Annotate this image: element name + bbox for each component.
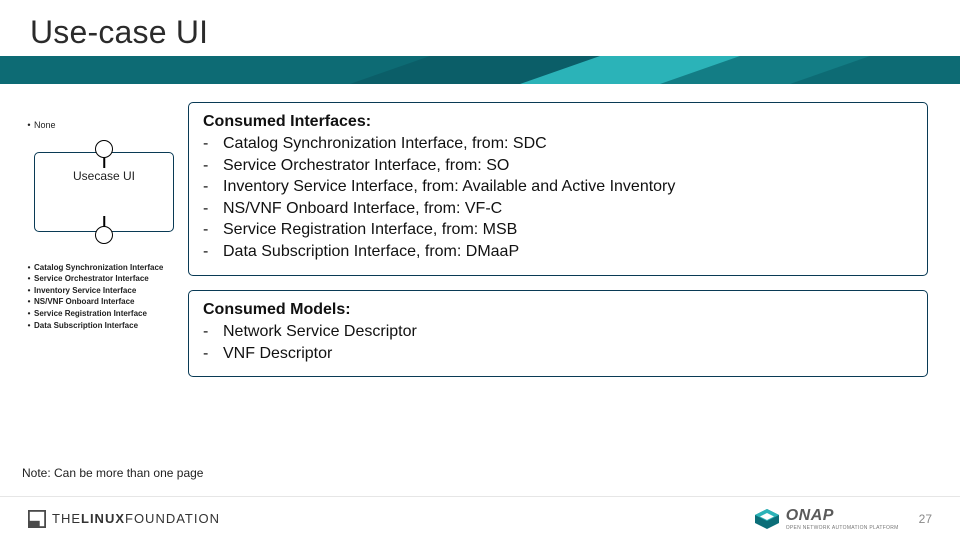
item-text: Catalog Synchronization Interface, from:… <box>223 133 547 155</box>
dash-icon: - <box>203 155 215 177</box>
lf-linux: LINUX <box>81 511 125 526</box>
footer-right: ONAP OPEN NETWORK AUTOMATION PLATFORM 27 <box>754 507 932 531</box>
list-item: •NS/VNF Onboard Interface <box>24 296 194 308</box>
consumed-models-box: Consumed Models: -Network Service Descri… <box>188 290 928 377</box>
lf-foundation: FOUNDATION <box>125 511 220 526</box>
port-top-icon <box>95 140 113 158</box>
list-item: •Data Subscription Interface <box>24 320 194 332</box>
list-item: -Service Orchestrator Interface, from: S… <box>203 155 913 177</box>
item-text: VNF Descriptor <box>223 343 332 365</box>
onap-text-wrap: ONAP OPEN NETWORK AUTOMATION PLATFORM <box>786 507 899 531</box>
dash-icon: - <box>203 241 215 263</box>
onap-logo: ONAP OPEN NETWORK AUTOMATION PLATFORM <box>754 507 899 531</box>
list-item: •Service Orchestrator Interface <box>24 273 194 285</box>
dash-icon: - <box>203 133 215 155</box>
page-number: 27 <box>919 512 932 526</box>
dash-icon: - <box>203 176 215 198</box>
dash-icon: - <box>203 198 215 220</box>
list-item: -Service Registration Interface, from: M… <box>203 219 913 241</box>
linux-foundation-logo: THELINUXFOUNDATION <box>28 510 220 528</box>
list-item: •Service Registration Interface <box>24 308 194 320</box>
slide: Use-case UI • None Usecase UI •Catalog S… <box>0 0 960 540</box>
footer: THELINUXFOUNDATION ONAP OPEN NETWORK AUT… <box>0 496 960 540</box>
bullet-text: Service Registration Interface <box>34 308 194 320</box>
lower-bullet-list: •Catalog Synchronization Interface •Serv… <box>24 262 194 332</box>
bullet-text: Inventory Service Interface <box>34 285 194 297</box>
item-text: NS/VNF Onboard Interface, from: VF-C <box>223 198 502 220</box>
bullet-text: Data Subscription Interface <box>34 320 194 332</box>
bullet-text: None <box>34 120 194 132</box>
decorative-band <box>0 56 960 84</box>
dash-icon: - <box>203 343 215 365</box>
bullet-text: NS/VNF Onboard Interface <box>34 296 194 308</box>
bullet-dot-icon: • <box>24 320 34 332</box>
port-bottom-icon <box>95 226 113 244</box>
lf-the: THE <box>52 511 81 526</box>
onap-name: ONAP <box>786 507 899 525</box>
left-column: • None Usecase UI •Catalog Synchronizati… <box>24 120 194 331</box>
bullet-dot-icon: • <box>24 308 34 320</box>
consumed-interfaces-box: Consumed Interfaces: -Catalog Synchroniz… <box>188 102 928 276</box>
note-text: Note: Can be more than one page <box>22 466 203 480</box>
port-top-stem <box>103 158 105 168</box>
bullet-dot-icon: • <box>24 285 34 297</box>
bullet-dot-icon: • <box>24 273 34 285</box>
port-bottom-stem <box>103 216 105 226</box>
item-text: Service Orchestrator Interface, from: SO <box>223 155 509 177</box>
list-item: -Inventory Service Interface, from: Avai… <box>203 176 913 198</box>
list-item: -VNF Descriptor <box>203 343 913 365</box>
item-text: Inventory Service Interface, from: Avail… <box>223 176 675 198</box>
bullet-dot-icon: • <box>24 120 34 132</box>
list-item: -Network Service Descriptor <box>203 321 913 343</box>
list-item: -Catalog Synchronization Interface, from… <box>203 133 913 155</box>
box-header: Consumed Interfaces: <box>203 113 913 131</box>
dash-icon: - <box>203 219 215 241</box>
bullet-text: Service Orchestrator Interface <box>34 273 194 285</box>
bullet-dot-icon: • <box>24 296 34 308</box>
bullet-none: • None <box>24 120 194 132</box>
bullet-dot-icon: • <box>24 262 34 274</box>
lf-logo-icon <box>28 510 46 528</box>
page-title: Use-case UI <box>30 14 208 51</box>
onap-logo-icon <box>754 508 780 530</box>
component-box: Usecase UI <box>34 152 174 232</box>
item-text: Data Subscription Interface, from: DMaaP <box>223 241 519 263</box>
dash-icon: - <box>203 321 215 343</box>
list-item: -Data Subscription Interface, from: DMaa… <box>203 241 913 263</box>
list-item: -NS/VNF Onboard Interface, from: VF-C <box>203 198 913 220</box>
list-item: •Inventory Service Interface <box>24 285 194 297</box>
onap-subtitle: OPEN NETWORK AUTOMATION PLATFORM <box>786 525 899 531</box>
title-bar: Use-case UI <box>0 0 960 80</box>
list-item: •Catalog Synchronization Interface <box>24 262 194 274</box>
box-header: Consumed Models: <box>203 301 913 319</box>
bullet-text: Catalog Synchronization Interface <box>34 262 194 274</box>
item-text: Network Service Descriptor <box>223 321 417 343</box>
item-text: Service Registration Interface, from: MS… <box>223 219 517 241</box>
lf-logo-text: THELINUXFOUNDATION <box>52 511 220 526</box>
